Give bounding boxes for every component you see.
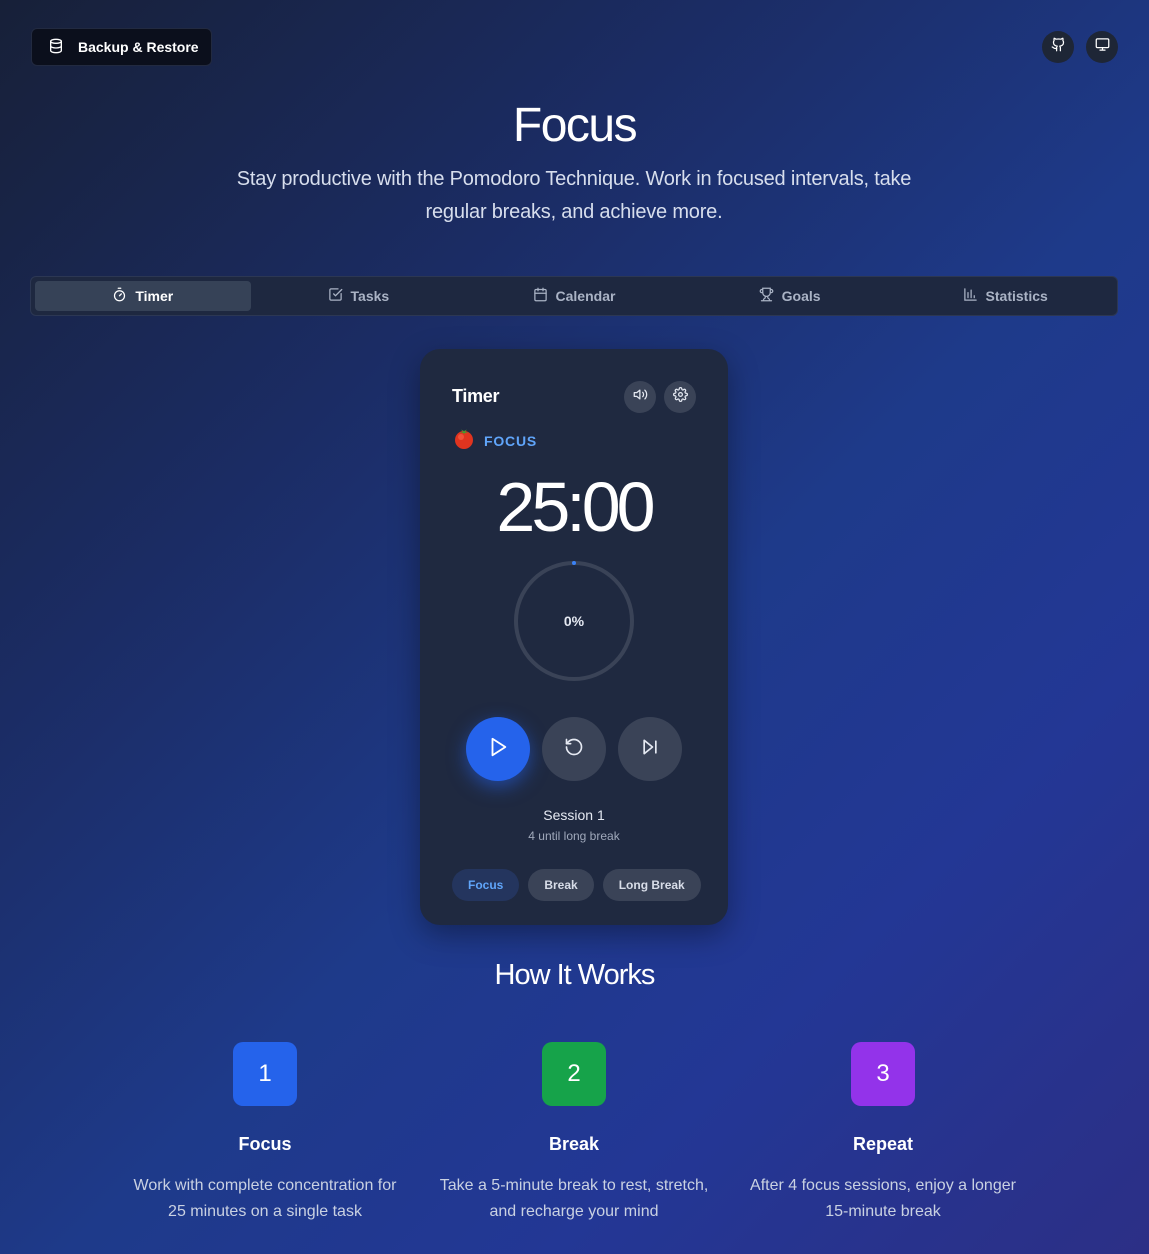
tab-label: Statistics (985, 288, 1048, 304)
step-desc-line: After 4 focus sessions, enjoy a longer (750, 1177, 1016, 1194)
play-icon (487, 736, 509, 763)
volume-icon (633, 387, 648, 407)
session-label: Session 1 (543, 807, 605, 823)
reset-button[interactable] (542, 717, 606, 781)
sound-toggle-button[interactable] (624, 381, 656, 413)
tab-tasks[interactable]: Tasks (251, 281, 467, 311)
step-desc-line: Work with complete concentration for (133, 1177, 397, 1194)
tab-label: Tasks (350, 288, 390, 304)
timer-card: Timer FOCUS 25:00 0% Session 1 4 until l… (420, 349, 728, 925)
trophy-icon (759, 287, 774, 305)
step-description: Take a 5-minute break to rest, stretch, … (424, 1173, 724, 1225)
step-title: Repeat (852, 1134, 914, 1154)
settings-button[interactable] (664, 381, 696, 413)
mode-long-break-button[interactable]: Long Break (602, 869, 701, 901)
calendar-icon (533, 287, 548, 305)
step-desc-line: 25 minutes on a single task (168, 1203, 362, 1220)
backup-restore-label: Backup & Restore (78, 39, 199, 55)
backup-restore-button[interactable]: Backup & Restore (31, 28, 212, 66)
main-tabs: Timer Tasks Calendar Goals Statistics (30, 276, 1118, 316)
monitor-icon (1095, 37, 1110, 57)
database-icon (48, 38, 64, 57)
step-title: Break (548, 1134, 600, 1154)
tab-label: Timer (135, 288, 174, 304)
checkbox-icon (328, 287, 343, 305)
time-display: 25:00 (496, 468, 655, 546)
step-desc-line: Take a 5-minute break to rest, stretch, (439, 1177, 709, 1194)
how-it-works-heading: How It Works (494, 959, 656, 991)
until-long-break: 4 until long break (528, 829, 620, 843)
mode-focus-button[interactable]: Focus (452, 869, 520, 901)
theme-button[interactable] (1086, 31, 1118, 63)
subtitle-line-2: regular breaks, and achieve more. (425, 201, 723, 223)
step-number: 1 (233, 1042, 297, 1106)
tomato-icon (452, 426, 476, 455)
step-number: 3 (851, 1042, 915, 1106)
step-description: Work with complete concentration for 25 … (115, 1173, 415, 1225)
step-break: 2 Break Take a 5-minute break to rest, s… (424, 1042, 724, 1225)
step-focus: 1 Focus Work with complete concentration… (115, 1042, 415, 1225)
mode-label: FOCUS (484, 432, 537, 449)
mode-switcher: Focus Break Long Break (452, 869, 701, 901)
tab-goals[interactable]: Goals (682, 281, 898, 311)
step-repeat: 3 Repeat After 4 focus sessions, enjoy a… (733, 1042, 1033, 1225)
subtitle-line-1: Stay productive with the Pomodoro Techni… (236, 168, 912, 190)
timer-title: Timer (452, 386, 500, 406)
tab-calendar[interactable]: Calendar (466, 281, 682, 311)
step-desc-line: and recharge your mind (489, 1203, 659, 1220)
bar-chart-icon (963, 287, 978, 305)
timer-icon (112, 287, 127, 305)
page-subtitle: Stay productive with the Pomodoro Techni… (224, 163, 924, 229)
reset-icon (564, 737, 584, 762)
tab-label: Calendar (555, 288, 616, 304)
mode-break-button[interactable]: Break (528, 869, 594, 901)
tab-label: Goals (781, 288, 821, 304)
step-description: After 4 focus sessions, enjoy a longer 1… (733, 1173, 1033, 1225)
step-title: Focus (238, 1134, 292, 1154)
github-button[interactable] (1042, 31, 1074, 63)
page-title: Focus (512, 99, 638, 152)
gear-icon (672, 387, 688, 407)
tab-statistics[interactable]: Statistics (897, 281, 1113, 311)
play-button[interactable] (466, 717, 530, 781)
github-icon (1051, 37, 1066, 57)
step-number: 2 (542, 1042, 606, 1106)
skip-forward-icon (640, 737, 660, 762)
skip-button[interactable] (618, 717, 682, 781)
progress-label: 0% (563, 613, 585, 629)
current-mode: FOCUS (452, 426, 537, 455)
tab-timer[interactable]: Timer (35, 281, 251, 311)
step-desc-line: 15-minute break (825, 1203, 941, 1220)
